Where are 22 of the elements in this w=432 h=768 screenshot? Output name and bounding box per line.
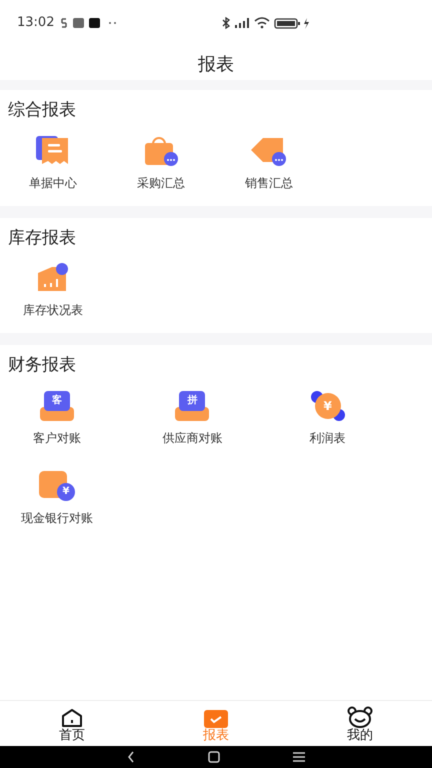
report-shortcut[interactable]: 拼 供应商对账 [135, 390, 250, 446]
status-time: 13:02 [17, 14, 54, 32]
section-title: 综合报表 [7, 99, 77, 122]
report-shortcut[interactable]: ¥ 现金银行对账 [0, 470, 114, 526]
warehouse-chart-icon [36, 263, 70, 293]
tab-bar-item[interactable]: 我的 [288, 701, 432, 746]
report-shortcut[interactable]: 库存状况表 [0, 263, 110, 319]
section-title: 财务报表 [7, 354, 77, 377]
report-shortcut[interactable]: 客 客户对账 [0, 390, 114, 446]
report-shortcut[interactable]: ¥ 利润表 [270, 390, 385, 446]
page-title: 报表 [198, 52, 234, 76]
home-button-icon[interactable] [208, 751, 220, 763]
receipt-icon [36, 136, 70, 166]
back-icon[interactable] [126, 751, 135, 763]
section-title: 库存报表 [7, 226, 77, 250]
shopping-bag-icon [143, 136, 179, 166]
price-tag-icon [251, 136, 287, 166]
menu-icon[interactable] [293, 752, 306, 762]
tab-bar-item[interactable]: 首页 [0, 701, 144, 746]
report-icon [204, 710, 228, 728]
smiley-face-icon [347, 706, 373, 728]
home-icon [61, 708, 83, 728]
